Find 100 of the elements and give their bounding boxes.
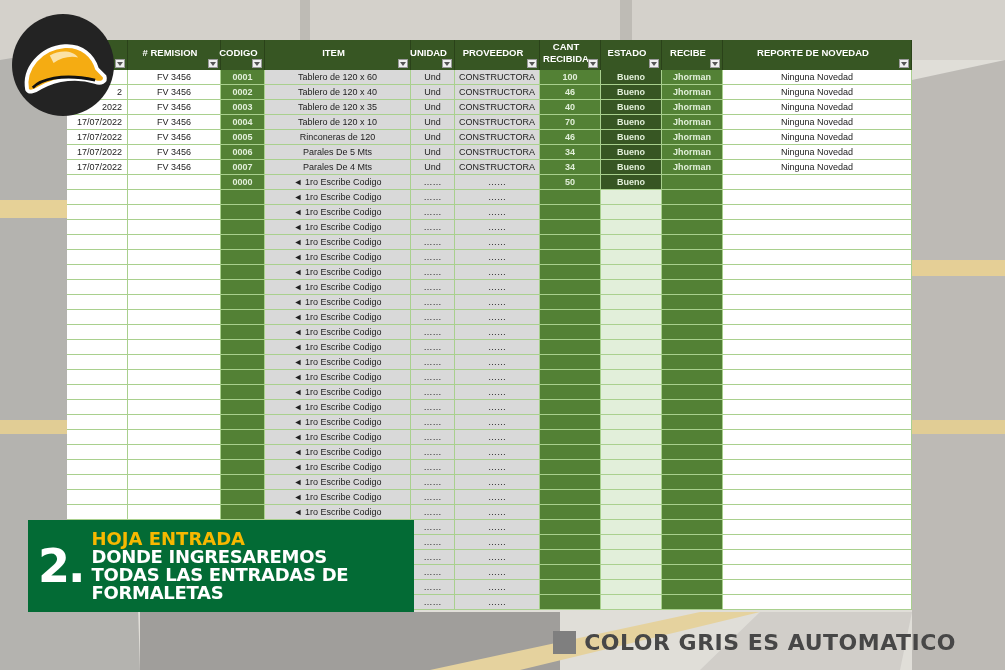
- filter-button[interactable]: [710, 59, 720, 68]
- table-cell: ◄ 1ro Escribe Codigo: [265, 445, 411, 460]
- table-cell: [221, 490, 265, 505]
- filter-button[interactable]: [252, 59, 262, 68]
- table-cell: 17/07/2022: [67, 145, 128, 160]
- table-cell: [601, 190, 662, 205]
- table-cell: [601, 490, 662, 505]
- table-cell: ◄ 1ro Escribe Codigo: [265, 415, 411, 430]
- table-cell: [221, 340, 265, 355]
- table-cell: [601, 295, 662, 310]
- table-cell: [221, 445, 265, 460]
- table-cell: [601, 280, 662, 295]
- table-cell: [601, 220, 662, 235]
- table-cell: [540, 460, 601, 475]
- table-cell: [662, 445, 723, 460]
- table-cell: ……: [411, 370, 455, 385]
- table-cell: ◄ 1ro Escribe Codigo: [265, 295, 411, 310]
- table-cell: ◄ 1ro Escribe Codigo: [265, 175, 411, 190]
- table-cell: ……: [411, 595, 455, 610]
- table-cell: [67, 430, 128, 445]
- table-cell: ◄ 1ro Escribe Codigo: [265, 475, 411, 490]
- table-cell: [662, 370, 723, 385]
- table-cell: Ninguna Novedad: [723, 130, 912, 145]
- table-cell: ……: [455, 235, 540, 250]
- table-cell: 0004: [221, 115, 265, 130]
- table-cell: [221, 415, 265, 430]
- filter-button[interactable]: [649, 59, 659, 68]
- table-cell: ……: [411, 310, 455, 325]
- table-cell: [540, 250, 601, 265]
- table-cell: ……: [411, 400, 455, 415]
- table-cell: ……: [411, 355, 455, 370]
- table-cell: [662, 280, 723, 295]
- table-cell: [67, 190, 128, 205]
- table-cell: [540, 430, 601, 445]
- column-header: RECIBE: [670, 47, 706, 59]
- table-cell: ……: [455, 175, 540, 190]
- table-cell: [662, 520, 723, 535]
- table-cell: ◄ 1ro Escribe Codigo: [265, 265, 411, 280]
- table-cell: [221, 325, 265, 340]
- table-cell: [540, 280, 601, 295]
- filter-button[interactable]: [899, 59, 909, 68]
- table-cell: Bueno: [601, 175, 662, 190]
- table-cell: [67, 355, 128, 370]
- table-cell: 46: [540, 130, 601, 145]
- table-cell: Tablero de 120 x 60: [265, 70, 411, 85]
- table-cell: [662, 430, 723, 445]
- table-cell: ……: [455, 595, 540, 610]
- table-cell: [601, 415, 662, 430]
- table-cell: ……: [411, 250, 455, 265]
- table-cell: ◄ 1ro Escribe Codigo: [265, 310, 411, 325]
- filter-button[interactable]: [588, 59, 598, 68]
- table-cell: [601, 460, 662, 475]
- table-cell: Parales De 5 Mts: [265, 145, 411, 160]
- table-cell: [540, 295, 601, 310]
- table-cell: ◄ 1ro Escribe Codigo: [265, 220, 411, 235]
- table-cell: ……: [455, 565, 540, 580]
- table-cell: FV 3456: [128, 85, 221, 100]
- table-cell: 0006: [221, 145, 265, 160]
- table-cell: ……: [411, 175, 455, 190]
- table-cell: [662, 550, 723, 565]
- table-cell: [601, 370, 662, 385]
- table-cell: FV 3456: [128, 130, 221, 145]
- table-cell: [540, 190, 601, 205]
- table-cell: ……: [411, 385, 455, 400]
- table-cell: [662, 340, 723, 355]
- table-cell: [67, 505, 128, 520]
- table-cell: [662, 265, 723, 280]
- table-cell: [67, 460, 128, 475]
- filter-button[interactable]: [527, 59, 537, 68]
- table-cell: 34: [540, 160, 601, 175]
- table-cell: 0007: [221, 160, 265, 175]
- table-cell: FV 3456: [128, 160, 221, 175]
- table-cell: 40: [540, 100, 601, 115]
- table-cell: 70: [540, 115, 601, 130]
- table-cell: ……: [455, 535, 540, 550]
- table-cell: Ninguna Novedad: [723, 115, 912, 130]
- filter-button[interactable]: [208, 59, 218, 68]
- table-cell: [662, 250, 723, 265]
- filter-button[interactable]: [115, 59, 125, 68]
- table-cell: ……: [455, 190, 540, 205]
- table-cell: [540, 400, 601, 415]
- table-cell: [221, 355, 265, 370]
- table-cell: [67, 205, 128, 220]
- table-cell: ◄ 1ro Escribe Codigo: [265, 430, 411, 445]
- table-cell: [67, 415, 128, 430]
- table-cell: [662, 460, 723, 475]
- table-cell: Und: [411, 100, 455, 115]
- table-cell: [67, 295, 128, 310]
- table-cell: ……: [411, 190, 455, 205]
- table-cell: [601, 430, 662, 445]
- table-cell: ◄ 1ro Escribe Codigo: [265, 400, 411, 415]
- table-cell: Tablero de 120 x 35: [265, 100, 411, 115]
- table-cell: [662, 295, 723, 310]
- table-cell: ◄ 1ro Escribe Codigo: [265, 340, 411, 355]
- filter-button[interactable]: [442, 59, 452, 68]
- table-cell: [540, 355, 601, 370]
- table-cell: [601, 550, 662, 565]
- filter-button[interactable]: [398, 59, 408, 68]
- table-cell: [662, 220, 723, 235]
- table-cell: [601, 520, 662, 535]
